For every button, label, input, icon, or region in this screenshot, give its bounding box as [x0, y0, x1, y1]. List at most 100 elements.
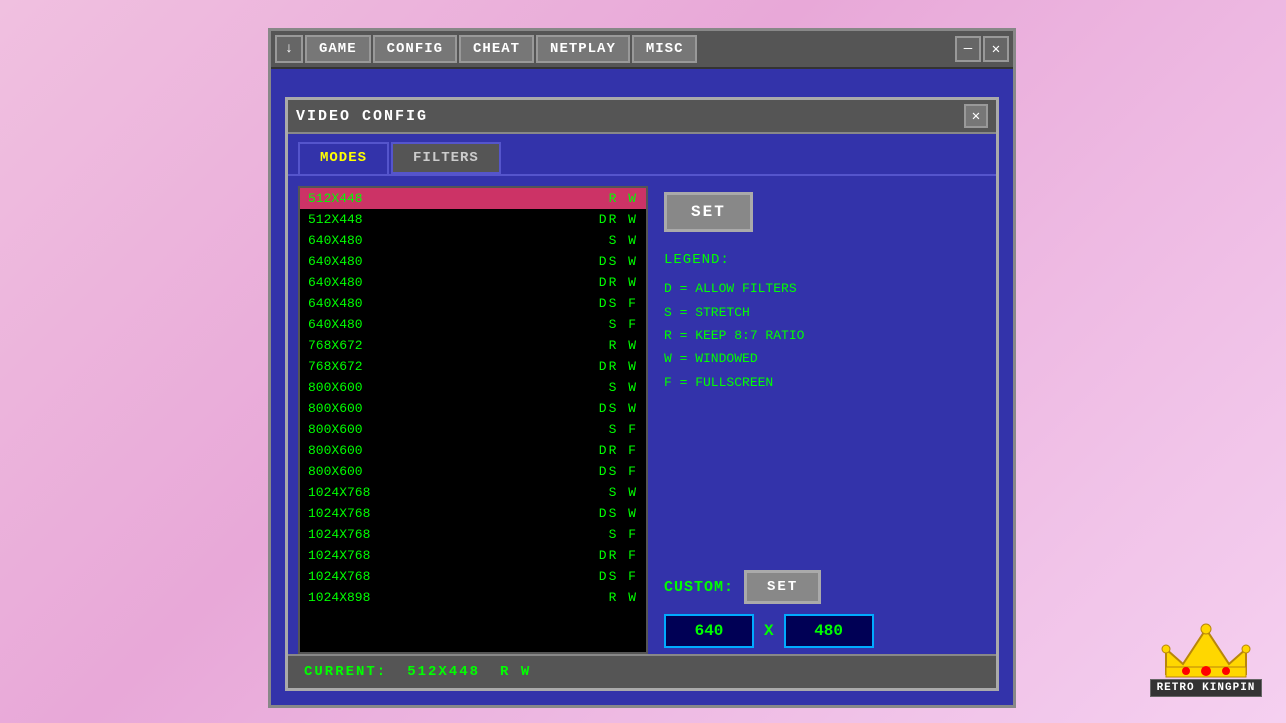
custom-inputs: X	[664, 614, 980, 648]
list-item[interactable]: 1024X768DS F	[300, 566, 646, 587]
tab-filters[interactable]: FILTERS	[391, 142, 501, 174]
resolution-label: 640X480	[308, 254, 589, 269]
legend-title: LEGEND:	[664, 248, 980, 273]
resolution-label: 1024X768	[308, 485, 599, 500]
flags-label: S W	[609, 485, 638, 500]
dialog-window: VIDEO CONFIG ✕ MODES FILTERS 512X448R W5…	[285, 97, 999, 691]
x-separator: X	[764, 622, 774, 640]
list-item[interactable]: 1024X768 S F	[300, 524, 646, 545]
main-window: ↓ GAME CONFIG CHEAT NETPLAY MISC — ✕ VID…	[268, 28, 1016, 708]
current-flags: R W	[500, 664, 531, 680]
resolution-label: 1024X768	[308, 527, 599, 542]
content-area: 512X448R W512X448DR W640X480S W640X480DS…	[288, 176, 996, 664]
legend-line-3: W = WINDOWED	[664, 347, 980, 370]
legend-line-4: F = FULLSCREEN	[664, 371, 980, 394]
flags-label: DS W	[599, 506, 638, 521]
list-item[interactable]: 512X448 R W	[300, 188, 646, 209]
dialog-title: VIDEO CONFIG	[296, 108, 428, 125]
flags-label: S F	[609, 317, 638, 332]
cheat-menu-button[interactable]: CHEAT	[459, 35, 534, 63]
custom-set-button[interactable]: SET	[744, 570, 821, 604]
list-item[interactable]: 800X600 DR F	[300, 440, 646, 461]
custom-header: CUSTOM: SET	[664, 570, 980, 604]
list-item[interactable]: 800X600 S F	[300, 419, 646, 440]
flags-label: DR F	[599, 548, 638, 563]
flags-label: S F	[609, 527, 638, 542]
flags-label: DR W	[599, 275, 638, 290]
flags-label: R W	[609, 338, 638, 353]
legend-line-0: D = ALLOW FILTERS	[664, 277, 980, 300]
legend-line-2: R = KEEP 8:7 RATIO	[664, 324, 980, 347]
resolution-label: 768X672	[308, 359, 589, 374]
resolution-label: 640X480	[308, 233, 599, 248]
list-item[interactable]: 768X672 DR W	[300, 356, 646, 377]
tabs-container: MODES FILTERS	[288, 134, 996, 176]
menu-bar: ↓ GAME CONFIG CHEAT NETPLAY MISC — ✕	[271, 31, 1013, 69]
list-item[interactable]: 1024X768 DR F	[300, 545, 646, 566]
status-bar: CURRENT: 512X448 R W	[288, 654, 996, 688]
flags-label: DR W	[599, 212, 638, 227]
list-item[interactable]: 768X672 R W	[300, 335, 646, 356]
resolution-label: 1024X768	[308, 548, 589, 563]
logo-text: RETRO KINGPIN	[1150, 679, 1263, 697]
current-resolution: 512X448	[407, 664, 480, 680]
legend-line-1: S = STRETCH	[664, 301, 980, 324]
game-menu-button[interactable]: GAME	[305, 35, 371, 63]
arrow-button[interactable]: ↓	[275, 35, 303, 63]
flags-label: DS F	[599, 296, 638, 311]
netplay-menu-button[interactable]: NETPLAY	[536, 35, 630, 63]
resolution-label: 512X448	[308, 191, 599, 206]
list-item[interactable]: 1024X768 DS W	[300, 503, 646, 524]
flags-label: R W	[609, 191, 638, 206]
resolution-label: 640X480	[308, 275, 589, 290]
list-item[interactable]: 512X448 DR W	[300, 209, 646, 230]
list-item[interactable]: 640X480 DR W	[300, 272, 646, 293]
list-item[interactable]: 640X480 DS W	[300, 251, 646, 272]
list-item[interactable]: 640X480 S F	[300, 314, 646, 335]
dialog-close-button[interactable]: ✕	[964, 104, 988, 128]
tab-modes[interactable]: MODES	[298, 142, 389, 174]
list-item[interactable]: 640X480 S W	[300, 230, 646, 251]
flags-label: DS F	[599, 464, 638, 479]
list-item[interactable]: 640X480 DS F	[300, 293, 646, 314]
resolution-label: 800X600	[308, 380, 599, 395]
custom-height-input[interactable]	[784, 614, 874, 648]
custom-section: CUSTOM: SET X	[664, 570, 980, 648]
resolution-label: 768X672	[308, 338, 599, 353]
close-button[interactable]: ✕	[983, 36, 1009, 62]
legend-section: LEGEND: D = ALLOW FILTERS S = STRETCH R …	[664, 248, 980, 394]
resolution-label: 640X480	[308, 317, 599, 332]
list-item[interactable]: 1024X898R W	[300, 587, 646, 608]
dialog-titlebar: VIDEO CONFIG ✕	[288, 100, 996, 134]
current-label: CURRENT:	[304, 664, 387, 680]
resolution-label: 800X600	[308, 401, 589, 416]
flags-label: DS F	[599, 569, 638, 584]
resolution-label: 1024X768	[308, 506, 589, 521]
crown-icon	[1161, 619, 1251, 679]
misc-menu-button[interactable]: MISC	[632, 35, 698, 63]
resolution-label: 800X600	[308, 464, 589, 479]
list-item[interactable]: 1024X768 S W	[300, 482, 646, 503]
set-button[interactable]: SET	[664, 192, 753, 232]
custom-width-input[interactable]	[664, 614, 754, 648]
list-item[interactable]: 800X600 DS F	[300, 461, 646, 482]
right-panel: SET LEGEND: D = ALLOW FILTERS S = STRETC…	[658, 186, 986, 654]
flags-label: S W	[609, 233, 638, 248]
flags-label: S F	[609, 422, 638, 437]
window-controls: — ✕	[955, 36, 1009, 62]
resolution-label: 800X600	[308, 422, 599, 437]
flags-label: DS W	[599, 254, 638, 269]
config-menu-button[interactable]: CONFIG	[373, 35, 457, 63]
resolution-label: 512X448	[308, 212, 589, 227]
flags-label: DR F	[599, 443, 638, 458]
flags-label: DR W	[599, 359, 638, 374]
flags-label: DS W	[599, 401, 638, 416]
flags-label: R W	[609, 590, 638, 605]
list-item[interactable]: 800X600S W	[300, 377, 646, 398]
minimize-button[interactable]: —	[955, 36, 981, 62]
resolution-list[interactable]: 512X448R W512X448DR W640X480S W640X480DS…	[298, 186, 648, 654]
custom-label: CUSTOM:	[664, 579, 734, 596]
resolution-label: 640X480	[308, 296, 589, 311]
list-item[interactable]: 800X600 DS W	[300, 398, 646, 419]
resolution-label: 800X600	[308, 443, 589, 458]
